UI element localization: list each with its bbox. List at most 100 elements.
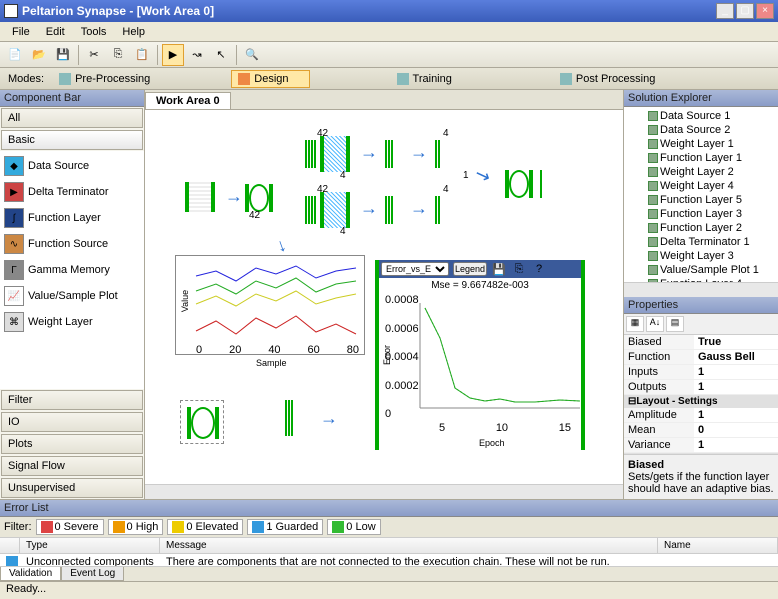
- close-button[interactable]: ×: [756, 3, 774, 19]
- tree-node[interactable]: Value/Sample Plot 1: [626, 263, 776, 277]
- menu-help[interactable]: Help: [114, 24, 153, 40]
- prop-row[interactable]: FunctionGauss Bell: [624, 350, 778, 365]
- weight-icon: ⌘: [4, 312, 24, 332]
- col-type[interactable]: Type: [20, 538, 160, 553]
- tree-node[interactable]: Data Source 1: [626, 109, 776, 123]
- menu-file[interactable]: File: [4, 24, 38, 40]
- copy-plot-icon[interactable]: ⎘: [511, 262, 527, 276]
- tab-event-log[interactable]: Event Log: [61, 567, 124, 581]
- maximize-button[interactable]: ▢: [736, 3, 754, 19]
- copy-icon[interactable]: ⎘: [107, 44, 129, 66]
- error-plot-container[interactable]: Error_vs_E Legend 💾 ⎘ ? Mse = 9.667482e-…: [375, 260, 585, 450]
- error-row[interactable]: Unconnected components There are compone…: [0, 554, 778, 566]
- cut-icon[interactable]: ✂: [83, 44, 105, 66]
- tab-validation[interactable]: Validation: [0, 567, 61, 581]
- layer-bars[interactable]: [285, 400, 293, 436]
- comp-gamma-memory[interactable]: ΓGamma Memory: [2, 257, 142, 283]
- comp-weight-layer[interactable]: ⌘Weight Layer: [2, 309, 142, 335]
- link-icon[interactable]: ↝: [186, 44, 208, 66]
- categorize-icon[interactable]: ▦: [626, 316, 644, 332]
- work-area-tabs: Work Area 0: [145, 90, 623, 110]
- layer-bars[interactable]: [385, 140, 393, 168]
- comp-function-layer[interactable]: ∫Function Layer: [2, 205, 142, 231]
- tree-node[interactable]: Weight Layer 1: [626, 137, 776, 151]
- layer-bars[interactable]: [435, 140, 440, 168]
- new-icon[interactable]: 📄: [4, 44, 26, 66]
- zoom-icon[interactable]: 🔍: [241, 44, 263, 66]
- prop-row[interactable]: Mean0: [624, 423, 778, 438]
- data-source-block[interactable]: [185, 182, 215, 212]
- layer-bars[interactable]: [435, 196, 440, 224]
- tree-node[interactable]: Weight Layer 3: [626, 249, 776, 263]
- pointer-icon[interactable]: ▶: [162, 44, 184, 66]
- mode-preprocessing[interactable]: Pre-Processing: [52, 70, 171, 88]
- category-io[interactable]: IO: [1, 412, 143, 432]
- mode-design[interactable]: Design: [231, 70, 309, 88]
- col-name[interactable]: Name: [658, 538, 778, 553]
- tree-node[interactable]: Function Layer 3: [626, 207, 776, 221]
- tree-node[interactable]: Weight Layer 4: [626, 179, 776, 193]
- menu-edit[interactable]: Edit: [38, 24, 73, 40]
- weight-block[interactable]: [320, 192, 350, 228]
- open-icon[interactable]: 📂: [28, 44, 50, 66]
- plot-mode-select[interactable]: Error_vs_E: [381, 262, 449, 276]
- filter-guarded[interactable]: 1 Guarded: [247, 519, 323, 535]
- layer-bars[interactable]: [305, 140, 316, 168]
- tab-work-area-0[interactable]: Work Area 0: [145, 92, 231, 109]
- tree-scrollbar[interactable]: [624, 282, 778, 297]
- select-icon[interactable]: ↖: [210, 44, 232, 66]
- filter-severe[interactable]: 0 Severe: [36, 519, 104, 535]
- tree-node[interactable]: Function Layer 5: [626, 193, 776, 207]
- category-unsupervised[interactable]: Unsupervised: [1, 478, 143, 498]
- function-block[interactable]: [245, 184, 273, 212]
- plot-svg: [176, 256, 366, 356]
- comp-function-source[interactable]: ∿Function Source: [2, 231, 142, 257]
- save-plot-icon[interactable]: 💾: [491, 262, 507, 276]
- mode-postprocessing[interactable]: Post Processing: [553, 70, 676, 88]
- tree-node[interactable]: Data Source 2: [626, 123, 776, 137]
- component-icon: [648, 195, 658, 205]
- col-icon[interactable]: [0, 538, 20, 553]
- design-canvas[interactable]: 42 4 → → 4 1 → 42 42 4 → → 4 ↘ →: [145, 110, 623, 484]
- tree-node[interactable]: Function Layer 2: [626, 221, 776, 235]
- help-plot-icon[interactable]: ?: [531, 262, 547, 276]
- tree-node[interactable]: Function Layer 1: [626, 151, 776, 165]
- solution-tree[interactable]: Data Source 1 Data Source 2 Weight Layer…: [624, 107, 778, 282]
- props-page-icon[interactable]: ▤: [666, 316, 684, 332]
- comp-data-source[interactable]: ◆Data Source: [2, 153, 142, 179]
- prop-row[interactable]: Amplitude1: [624, 408, 778, 423]
- col-message[interactable]: Message: [160, 538, 658, 553]
- save-icon[interactable]: 💾: [52, 44, 74, 66]
- category-filter[interactable]: Filter: [1, 390, 143, 410]
- prop-row[interactable]: Outputs1: [624, 380, 778, 395]
- layer-bars[interactable]: [305, 196, 316, 224]
- comp-value-sample-plot[interactable]: 📈Value/Sample Plot: [2, 283, 142, 309]
- filter-elevated[interactable]: 0 Elevated: [167, 519, 243, 535]
- category-plots[interactable]: Plots: [1, 434, 143, 454]
- category-all[interactable]: All: [1, 108, 143, 128]
- value-sample-plot[interactable]: Value Sample 020406080: [175, 255, 365, 355]
- prop-row[interactable]: Inputs1: [624, 365, 778, 380]
- mode-training[interactable]: Training: [390, 70, 473, 88]
- layer-bars[interactable]: [385, 196, 393, 224]
- prop-row[interactable]: Variance1: [624, 438, 778, 453]
- menu-tools[interactable]: Tools: [73, 24, 115, 40]
- function-block[interactable]: [505, 170, 533, 198]
- filter-low[interactable]: 0 Low: [327, 519, 380, 535]
- canvas-scrollbar[interactable]: [145, 484, 623, 499]
- filter-high[interactable]: 0 High: [108, 519, 164, 535]
- category-basic[interactable]: Basic: [1, 130, 143, 150]
- weight-block[interactable]: [320, 136, 350, 172]
- layer-bars[interactable]: [540, 170, 542, 198]
- tree-node[interactable]: Delta Terminator 1: [626, 235, 776, 249]
- prop-row[interactable]: BiasedTrue: [624, 335, 778, 350]
- category-signal-flow[interactable]: Signal Flow: [1, 456, 143, 476]
- prop-category[interactable]: Layout - Settings: [624, 395, 778, 408]
- comp-delta-terminator[interactable]: ▶Delta Terminator: [2, 179, 142, 205]
- legend-button[interactable]: Legend: [453, 262, 487, 276]
- paste-icon[interactable]: 📋: [131, 44, 153, 66]
- minimize-button[interactable]: _: [716, 3, 734, 19]
- selected-function-block[interactable]: [180, 400, 224, 444]
- tree-node[interactable]: Weight Layer 2: [626, 165, 776, 179]
- sort-icon[interactable]: A↓: [646, 316, 664, 332]
